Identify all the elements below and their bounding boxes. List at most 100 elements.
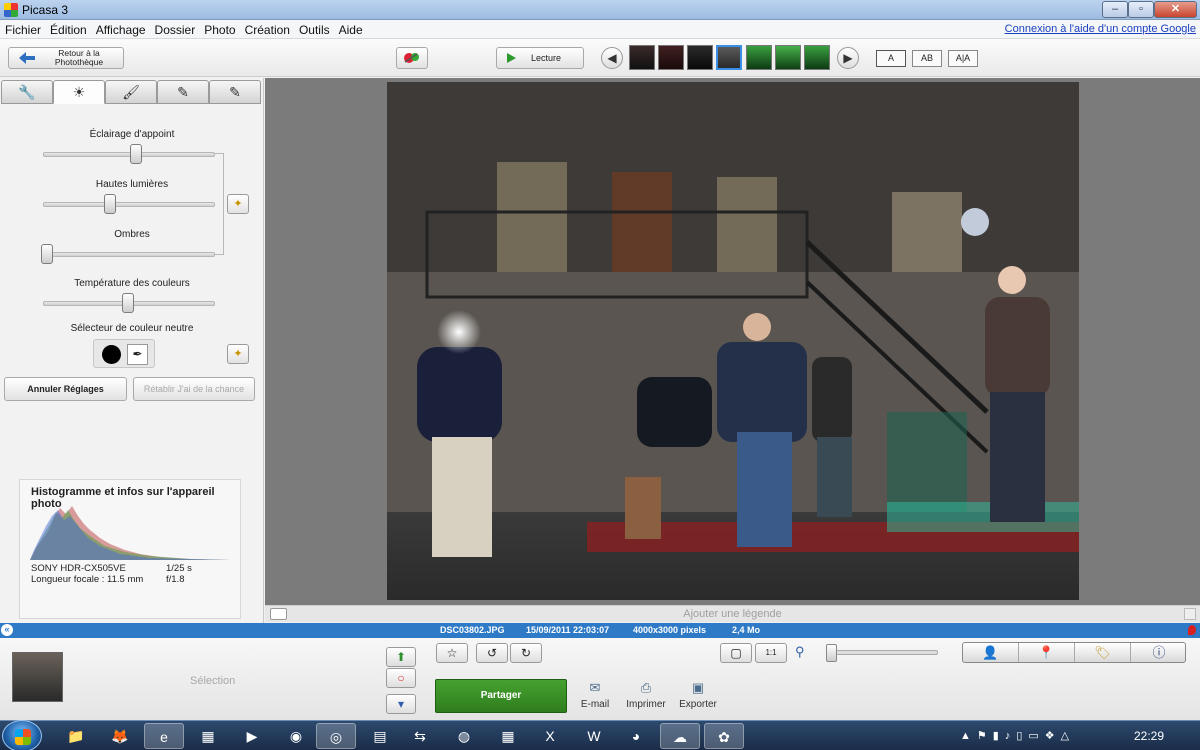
menu-creation[interactable]: Création: [240, 20, 294, 37]
fit-view-button[interactable]: ▢: [720, 643, 752, 663]
taskbar-firefox[interactable]: 🦊: [100, 723, 140, 749]
filmstrip-thumbnail-selected[interactable]: [716, 45, 742, 70]
clear-tray-button[interactable]: ○: [386, 668, 416, 688]
email-label: E-mail: [580, 699, 610, 710]
taskbar-excel[interactable]: X: [530, 723, 570, 749]
auto-contrast-button[interactable]: ✦: [227, 194, 249, 214]
battery-icon[interactable]: ▭: [1028, 730, 1044, 742]
previous-photo-button[interactable]: ◀: [601, 47, 623, 69]
view-compare-button[interactable]: AB: [912, 50, 942, 67]
flag-icon[interactable]: ⚑: [977, 730, 993, 742]
shadows-slider[interactable]: [43, 252, 215, 257]
close-button[interactable]: ✕: [1154, 1, 1197, 18]
color-temperature-knob[interactable]: [122, 293, 134, 313]
add-to-album-button[interactable]: ▾: [386, 694, 416, 714]
menu-aide[interactable]: Aide: [334, 20, 367, 37]
taskbar-app[interactable]: ▦: [188, 723, 228, 749]
gimp-icon: ◕: [631, 728, 641, 744]
view-single-button[interactable]: A: [876, 50, 906, 67]
back-to-library-button[interactable]: Retour à la Photothèque: [8, 47, 124, 69]
histogram-chart: [30, 506, 230, 560]
taskbar-clock[interactable]: 22:29: [1134, 729, 1164, 743]
taskbar-messenger[interactable]: ☁: [660, 723, 700, 749]
google-login-link[interactable]: Connexion à l'aide d'un compte Google: [1005, 23, 1196, 35]
fill-light-knob[interactable]: [130, 144, 143, 164]
network-icon[interactable]: ▮: [993, 730, 1005, 742]
rotate-right-button[interactable]: ↻: [510, 643, 542, 663]
slideshow-play-button[interactable]: Lecture: [496, 47, 584, 69]
im-feeling-lucky-button[interactable]: [396, 47, 428, 69]
menu-outils[interactable]: Outils: [294, 20, 334, 37]
star-button[interactable]: ☆: [436, 643, 468, 663]
start-button[interactable]: [2, 720, 42, 750]
eyedropper-button[interactable]: ✒: [127, 344, 148, 365]
maximize-button[interactable]: ▫: [1128, 1, 1154, 18]
taskbar-notes[interactable]: ▤: [360, 723, 400, 749]
next-photo-button[interactable]: ▶: [837, 47, 859, 69]
window-title: Picasa 3: [22, 3, 69, 17]
share-button[interactable]: Partager: [435, 679, 567, 713]
shadows-knob[interactable]: [41, 244, 53, 264]
taskbar-calc[interactable]: ▦: [488, 723, 528, 749]
export-button[interactable]: ▣ Exporter: [678, 681, 718, 711]
people-button[interactable]: 👤: [963, 643, 1019, 662]
tab-basic-fixes[interactable]: 🔧: [1, 80, 53, 104]
filmstrip-thumbnail[interactable]: [804, 45, 830, 70]
filmstrip-thumbnail[interactable]: [658, 45, 684, 70]
hold-pin-button[interactable]: ⬆: [386, 647, 416, 667]
tab-effects-3[interactable]: ✎: [209, 80, 261, 104]
menu-fichier[interactable]: Fichier: [0, 20, 45, 37]
print-button[interactable]: ⎙ Imprimer: [623, 681, 669, 711]
taskbar-app2[interactable]: ◉: [276, 723, 316, 749]
taskbar-media[interactable]: ▶: [232, 723, 272, 749]
volume-icon[interactable]: ♪: [1005, 730, 1017, 742]
menu-dossier[interactable]: Dossier: [150, 20, 200, 37]
taskbar-chrome[interactable]: ◍: [444, 723, 484, 749]
menu-photo[interactable]: Photo: [199, 20, 239, 37]
filmstrip-thumbnail[interactable]: [629, 45, 655, 70]
selection-thumbnail[interactable]: [12, 652, 63, 702]
minimize-button[interactable]: –: [1102, 1, 1128, 18]
email-button[interactable]: ✉ E-mail: [578, 681, 612, 711]
collapse-tray-icon[interactable]: «: [1, 624, 13, 636]
zoom-knob[interactable]: [826, 644, 837, 662]
places-button[interactable]: 📍: [1019, 643, 1075, 662]
dropbox-icon[interactable]: ❖: [1045, 730, 1061, 742]
view-split-button[interactable]: A|A: [948, 50, 978, 67]
taskbar-explorer[interactable]: 📁: [56, 723, 96, 749]
chrome-icon: ◍: [457, 728, 471, 744]
filmstrip-thumbnail[interactable]: [687, 45, 713, 70]
auto-color-button[interactable]: ✦: [227, 344, 249, 364]
drive-icon[interactable]: △: [1061, 730, 1075, 742]
caption-end-icon[interactable]: [1184, 608, 1196, 620]
device-icon[interactable]: ▯: [1016, 730, 1028, 742]
tab-effects[interactable]: 🖌: [105, 80, 157, 104]
rotate-left-button[interactable]: ↺: [476, 643, 508, 663]
filmstrip-thumbnail[interactable]: [746, 45, 772, 70]
zoom-slider[interactable]: [826, 650, 938, 655]
info-button[interactable]: ⓘ: [1131, 643, 1187, 662]
fill-light-slider[interactable]: [43, 152, 215, 157]
menu-edition[interactable]: Édition: [45, 20, 91, 37]
sun-icon: ☀: [72, 84, 86, 100]
actual-size-button[interactable]: 1:1: [755, 643, 787, 663]
filmstrip-thumbnail[interactable]: [775, 45, 801, 70]
taskbar-transfer[interactable]: ⇆: [400, 723, 440, 749]
main-photo[interactable]: [387, 82, 1079, 600]
highlights-slider[interactable]: [43, 202, 215, 207]
taskbar-word[interactable]: W: [574, 723, 614, 749]
tags-button[interactable]: 🏷: [1075, 643, 1131, 662]
tab-tuning[interactable]: ☀: [53, 80, 105, 104]
caption-input[interactable]: Ajouter une légende: [265, 608, 1200, 620]
undo-adjustments-button[interactable]: Annuler Réglages: [4, 377, 127, 401]
menu-bar: Fichier Édition Affichage Dossier Photo Créat…: [0, 20, 1200, 39]
location-pin-icon[interactable]: [1188, 625, 1196, 635]
tab-effects-2[interactable]: ✎: [157, 80, 209, 104]
taskbar-picasa[interactable]: ✿: [704, 723, 744, 749]
highlights-knob[interactable]: [104, 194, 117, 214]
taskbar-ie[interactable]: e: [144, 723, 184, 749]
tray-arrow-icon[interactable]: ▲: [960, 730, 977, 742]
taskbar-app3[interactable]: ◎: [316, 723, 356, 749]
menu-affichage[interactable]: Affichage: [91, 20, 150, 37]
taskbar-gimp[interactable]: ◕: [616, 723, 656, 749]
